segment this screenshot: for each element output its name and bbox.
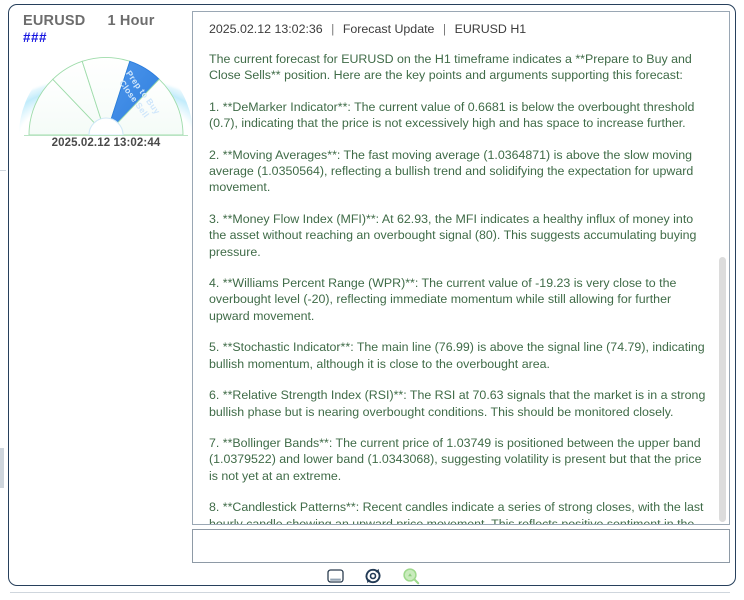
meta-separator-2: |	[442, 22, 447, 36]
gauge-svg: Prep to Buy Close Sell	[19, 49, 193, 141]
gauge-timestamp: 2025.02.12 13:02:44	[51, 137, 161, 149]
forecast-paragraph: 2. **Moving Averages**: The fast moving …	[209, 147, 694, 195]
symbol-name: EURUSD	[23, 13, 86, 29]
meta-separator-1: |	[331, 22, 335, 36]
prompt-input-box[interactable]	[192, 529, 730, 563]
sidebar-panel: EURUSD 1 Hour ### Prep to Buy Close Sell…	[9, 5, 193, 585]
forecast-meta: 2025.02.12 13:02:36 | Forecast Update | …	[209, 22, 707, 36]
search-icon-svg	[403, 568, 420, 585]
forecast-paragraph: 3. **Money Flow Index (MFI)**: At 62.93,…	[209, 211, 697, 259]
prompt-input-field[interactable]	[193, 530, 729, 562]
signal-gauge: Prep to Buy Close Sell 2025.02.12 13:02:…	[15, 49, 197, 153]
forecast-window: EURUSD 1 Hour ### Prep to Buy Close Sell…	[8, 4, 736, 586]
refresh-icon[interactable]	[363, 566, 383, 585]
meta-kind: Forecast Update	[342, 22, 435, 36]
left-edge-artifact-2	[0, 448, 4, 488]
forecast-paragraph: The current forecast for EURUSD on the H…	[209, 52, 692, 83]
forecast-scroll-area[interactable]: 2025.02.12 13:02:36 | Forecast Update | …	[193, 12, 729, 524]
monitor-icon-svg	[326, 568, 344, 583]
search-icon[interactable]	[401, 566, 421, 585]
left-edge-artifact	[0, 170, 6, 171]
forecast-paragraph: 7. **Bollinger Bands**: The current pric…	[209, 435, 702, 483]
meta-timestamp: 2025.02.12 13:02:36	[209, 22, 323, 36]
forecast-paragraph: 1. **DeMarker Indicator**: The current v…	[209, 99, 695, 131]
forecast-content-panel: 2025.02.12 13:02:36 | Forecast Update | …	[192, 11, 730, 525]
symbol-header: EURUSD 1 Hour ###	[23, 13, 183, 45]
forecast-paragraph: 5. **Stochastic Indicator**: The main li…	[209, 340, 705, 371]
symbol-timeframe: 1 Hour	[107, 13, 155, 29]
meta-instrument: EURUSD H1	[454, 22, 527, 36]
content-scrollbar[interactable]	[718, 14, 727, 524]
forecast-paragraph: 4. **Williams Percent Range (WPR)**: The…	[209, 276, 677, 323]
monitor-icon[interactable]	[325, 566, 345, 585]
forecast-paragraph: 6. **Relative Strength Index (RSI)**: Th…	[209, 388, 706, 419]
content-scrollbar-thumb[interactable]	[719, 257, 726, 522]
forecast-paragraph: 8. **Candlestick Patterns**: Recent cand…	[209, 500, 704, 524]
symbol-price: ###	[23, 30, 48, 45]
bottom-edge-artifact	[10, 592, 730, 593]
bottom-toolbar	[9, 565, 735, 585]
refresh-icon-svg	[365, 568, 381, 584]
